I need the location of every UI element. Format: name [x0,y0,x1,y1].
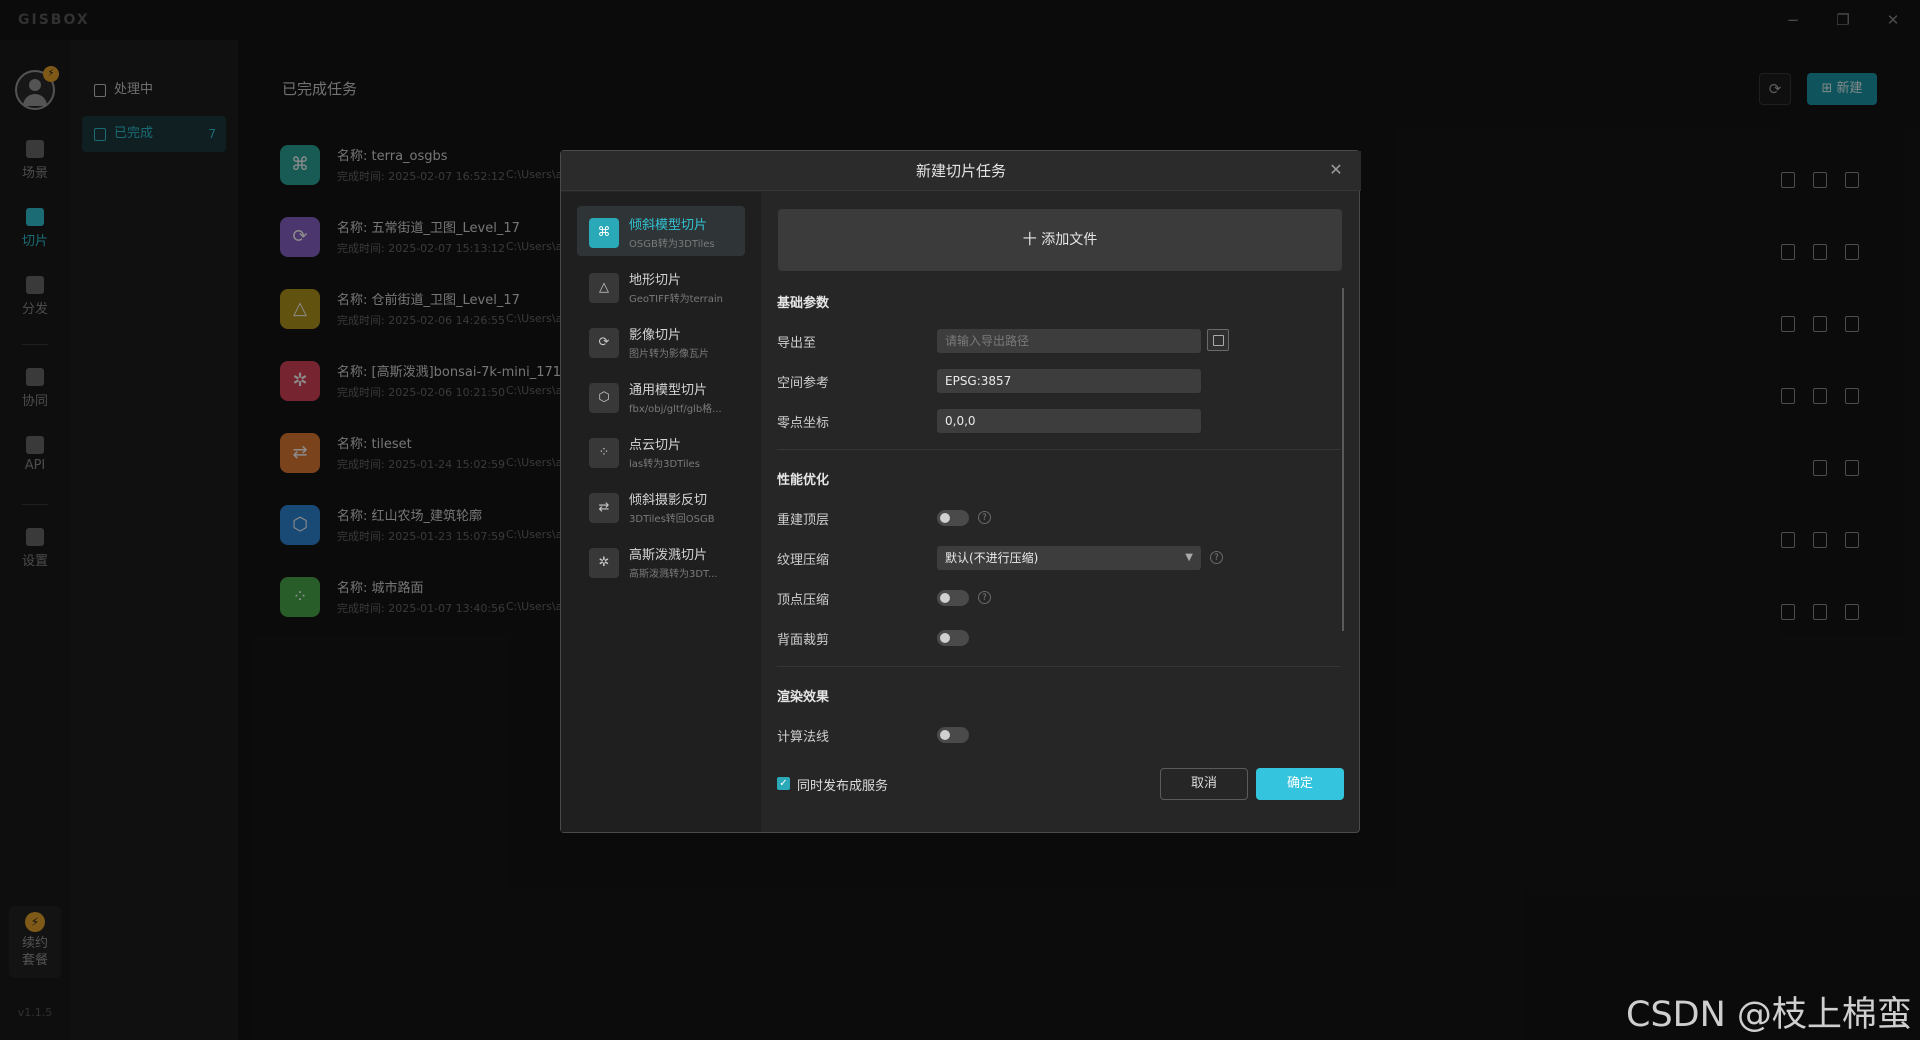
publish-service-label: 同时发布成服务 [797,779,889,794]
type-gaussian-splat[interactable]: ✲ 高斯泼溅切片 高斯泼溅转为3DT... [577,536,745,586]
type-title: 高斯泼溅切片 [629,548,708,563]
scrollbar[interactable] [1342,288,1344,631]
compute-normals-toggle[interactable] [937,727,969,743]
export-label: 导出至 [777,336,817,351]
type-generic-model[interactable]: ⬡ 通用模型切片 fbx/obj/gltf/glb格... [577,371,745,421]
type-subtitle: 图片转为影像瓦片 [629,349,709,360]
divider [777,449,1341,450]
type-point-cloud[interactable]: ⁘ 点云切片 las转为3DTiles [577,426,745,476]
close-icon[interactable]: ✕ [1325,159,1347,181]
divider [777,666,1341,667]
dialog-title: 新建切片任务 [561,151,1361,191]
folder-icon[interactable] [1207,329,1229,351]
texture-compress-value: 默认(不进行压缩) [945,551,1039,565]
type-subtitle: fbx/obj/gltf/glb格... [629,404,722,415]
section-basic-params: 基础参数 [777,296,830,311]
cancel-button[interactable]: 取消 [1160,768,1248,800]
texture-compress-label: 纹理压缩 [777,553,830,568]
texture-compress-select[interactable]: 默认(不进行压缩) ▼ [937,546,1201,570]
help-icon[interactable]: ? [978,591,991,604]
type-title: 影像切片 [629,328,682,343]
imagery-icon: ⟳ [589,328,619,358]
backface-cull-label: 背面裁剪 [777,633,830,648]
reverse-icon: ⇄ [589,493,619,523]
vertex-compress-toggle[interactable] [937,590,969,606]
rebuild-top-label: 重建顶层 [777,513,830,528]
watermark: CSDN @枝上棉蛮 [1626,995,1912,1035]
srs-label: 空间参考 [777,376,830,391]
publish-service-checkbox[interactable]: ✓ [777,777,790,790]
type-reverse-oblique[interactable]: ⇄ 倾斜摄影反切 3DTiles转回OSGB [577,481,745,531]
type-oblique-model[interactable]: ⌘ 倾斜模型切片 OSGB转为3DTiles [577,206,745,256]
type-title: 通用模型切片 [629,383,708,398]
type-subtitle: OSGB转为3DTiles [629,239,715,250]
type-subtitle: 3DTiles转回OSGB [629,514,715,525]
confirm-button[interactable]: 确定 [1256,768,1344,800]
type-title: 地形切片 [629,273,682,288]
oblique-model-icon: ⌘ [589,218,619,248]
srs-input[interactable]: EPSG:3857 [937,369,1201,393]
section-render: 渲染效果 [777,690,830,705]
terrain-icon: △ [589,273,619,303]
type-terrain[interactable]: △ 地形切片 GeoTIFF转为terrain [577,261,745,311]
cube-icon: ⬡ [589,383,619,413]
chevron-down-icon: ▼ [1185,552,1193,563]
new-tiling-task-dialog: 新建切片任务 ✕ ⌘ 倾斜模型切片 OSGB转为3DTiles △ 地形切片 G… [560,150,1361,833]
gaussian-splat-icon: ✲ [589,548,619,578]
backface-cull-toggle[interactable] [937,630,969,646]
section-performance: 性能优化 [777,473,830,488]
tiling-type-list: ⌘ 倾斜模型切片 OSGB转为3DTiles △ 地形切片 GeoTIFF转为t… [561,192,761,832]
rebuild-top-toggle[interactable] [937,510,969,526]
compute-normals-label: 计算法线 [777,730,830,745]
type-subtitle: 高斯泼溅转为3DT... [629,569,718,580]
type-title: 倾斜摄影反切 [629,493,708,508]
type-title: 倾斜模型切片 [629,218,708,233]
origin-label: 零点坐标 [777,416,830,431]
type-subtitle: las转为3DTiles [629,459,700,470]
export-path-input[interactable]: 请输入导出路径 [937,329,1201,353]
help-icon[interactable]: ? [978,511,991,524]
point-cloud-icon: ⁘ [589,438,619,468]
origin-input[interactable]: 0,0,0 [937,409,1201,433]
type-title: 点云切片 [629,438,682,453]
help-icon[interactable]: ? [1210,551,1223,564]
add-file-button[interactable]: 十 添加文件 [778,209,1342,271]
type-subtitle: GeoTIFF转为terrain [629,294,723,305]
vertex-compress-label: 顶点压缩 [777,593,830,608]
type-imagery[interactable]: ⟳ 影像切片 图片转为影像瓦片 [577,316,745,366]
